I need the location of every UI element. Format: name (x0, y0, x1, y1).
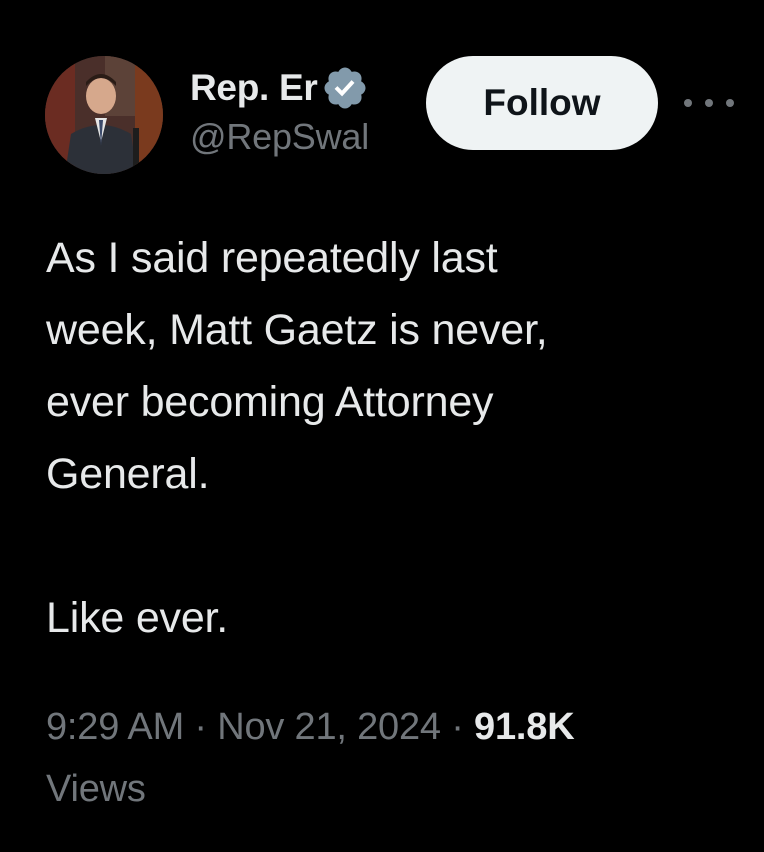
views-count[interactable]: 91.8K (474, 706, 575, 748)
meta-line: 9:29 AM · Nov 21, 2024 · 91.8K (46, 696, 736, 758)
more-horizontal-icon[interactable] (684, 86, 734, 120)
avatar-photo (45, 56, 163, 174)
views-label: Views (46, 768, 146, 810)
meta-separator: · (184, 706, 218, 748)
meta-separator: · (440, 706, 475, 748)
timestamp-date[interactable]: Nov 21, 2024 (217, 706, 441, 748)
verified-badge-icon[interactable] (321, 64, 369, 112)
tweet-card: Rep. Er @RepSwal Follow As I said repeat… (0, 0, 764, 852)
avatar[interactable] (45, 56, 163, 174)
author-info[interactable]: Rep. Er @RepSwal (190, 60, 402, 158)
tweet-text: As I said repeatedly last week, Matt Gae… (46, 222, 736, 654)
handle[interactable]: @RepSwal (190, 116, 402, 158)
dot (705, 99, 713, 107)
follow-button[interactable]: Follow (426, 56, 658, 150)
dot (726, 99, 734, 107)
tweet-text-line: As I said repeatedly last (46, 234, 498, 282)
tweet-text-line: week, Matt Gaetz is never, (46, 306, 548, 354)
display-name-row: Rep. Er (190, 60, 402, 116)
display-name[interactable]: Rep. Er (190, 67, 318, 109)
tweet-text-line: ever becoming Attorney (46, 378, 494, 426)
tweet-text-line: General. (46, 450, 210, 498)
dot (684, 99, 692, 107)
timestamp-time[interactable]: 9:29 AM (46, 706, 184, 748)
tweet-metadata: 9:29 AM · Nov 21, 2024 · 91.8K Views (46, 696, 736, 820)
tweet-text-line: Like ever. (46, 594, 229, 642)
